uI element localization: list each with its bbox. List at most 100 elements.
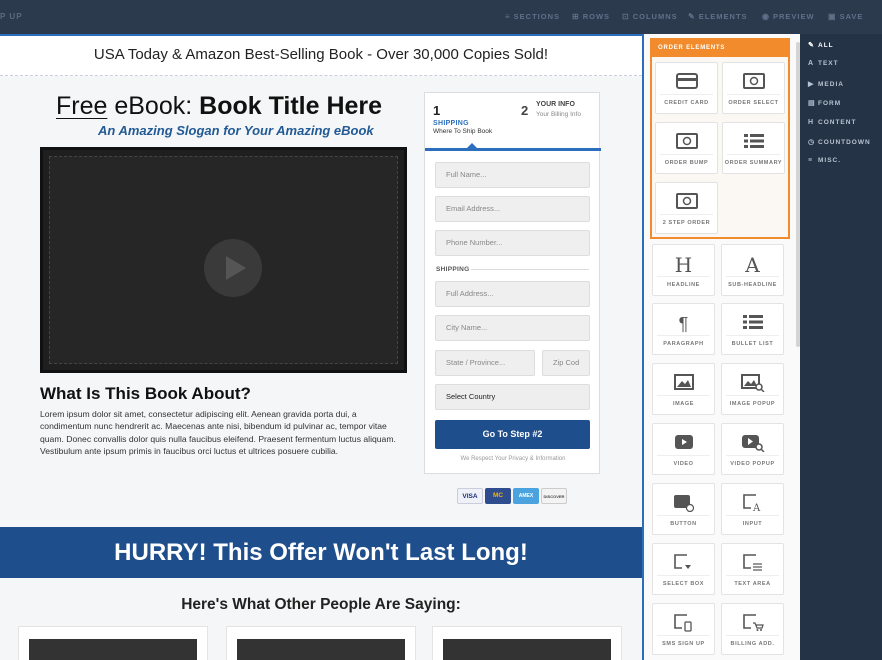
country-select[interactable]: Select Country — [435, 384, 590, 410]
toolbar-rows-button[interactable]: ⊞ ROWS — [572, 12, 610, 21]
category-content[interactable]: H CONTENT — [808, 119, 856, 126]
amex-card-icon: AMEX — [513, 488, 539, 504]
tile-sub-headline[interactable]: A SUB-HEADLINE — [721, 244, 784, 296]
mastercard-icon: MC — [485, 488, 511, 504]
clock-icon: ◷ — [808, 139, 816, 146]
about-paragraph[interactable]: Lorem ipsum dolor sit amet, consectetur … — [40, 408, 406, 457]
tile-button[interactable]: BUTTON — [652, 483, 715, 535]
category-countdown[interactable]: ◷ COUNTDOWN — [808, 138, 871, 146]
money-icon — [656, 193, 717, 213]
category-all[interactable]: ✎ ALL — [808, 41, 834, 49]
tile-image-popup[interactable]: IMAGE POPUP — [721, 363, 784, 415]
city-input[interactable]: City Name... — [435, 315, 590, 341]
text-area-icon — [722, 554, 783, 576]
video-frame — [49, 156, 398, 364]
email-input[interactable]: Email Address... — [435, 196, 590, 222]
play-icon[interactable] — [204, 239, 262, 297]
bullet-list-icon — [722, 314, 783, 334]
tile-video[interactable]: VIDEO — [652, 423, 715, 475]
toolbar-save-button[interactable]: ▣ SAVE — [828, 12, 863, 21]
tile-input[interactable]: A INPUT — [721, 483, 784, 535]
image-popup-icon — [722, 374, 783, 396]
state-input[interactable]: State / Province... — [435, 350, 535, 376]
tile-billing-address[interactable]: BILLING ADD. — [721, 603, 784, 655]
save-icon: ▣ — [828, 12, 837, 21]
video-player[interactable] — [40, 147, 407, 373]
tile-paragraph[interactable]: ¶ PARAGRAPH — [652, 303, 715, 355]
title-bold: Book Title Here — [199, 92, 383, 120]
tile-credit-card[interactable]: CREDIT CARD — [655, 62, 718, 114]
discover-card-icon: DISCOVER — [541, 488, 567, 504]
sections-icon: ≡ — [505, 12, 511, 21]
go-to-step-2-button[interactable]: Go To Step #2 — [435, 420, 590, 449]
video-popup-icon — [722, 434, 783, 456]
tile-headline[interactable]: H HEADLINE — [652, 244, 715, 296]
tile-select-box[interactable]: SELECT BOX — [652, 543, 715, 595]
credit-card-icon — [656, 73, 717, 93]
list-icon — [723, 133, 784, 153]
testimonial-media — [29, 639, 197, 660]
visa-card-icon: VISA — [457, 488, 483, 504]
testimonial-card[interactable] — [18, 626, 208, 660]
shipping-divider — [471, 269, 589, 270]
billing-icon — [722, 614, 783, 636]
toolbar-elements-button[interactable]: ✎ ELEMENTS — [688, 12, 748, 21]
tile-image[interactable]: IMAGE — [652, 363, 715, 415]
testimonial-media — [237, 639, 405, 660]
title-mid: eBook: — [107, 92, 200, 120]
category-misc[interactable]: ≡ MISC. — [808, 157, 841, 164]
toolbar-sections-button[interactable]: ≡ SECTIONS — [505, 12, 560, 21]
testimonial-card[interactable] — [432, 626, 622, 660]
media-icon: ▶ — [808, 81, 815, 88]
select-box-icon — [653, 554, 714, 576]
step-1-tab[interactable]: 1 SHIPPING Where To Ship Book — [433, 103, 492, 135]
tile-video-popup[interactable]: VIDEO POPUP — [721, 423, 784, 475]
preview-icon: ◉ — [762, 12, 770, 21]
menu-icon: ≡ — [808, 157, 814, 164]
about-heading[interactable]: What Is This Book About? — [40, 384, 251, 404]
text-icon: A — [808, 60, 815, 67]
step-progress-bar — [425, 143, 601, 151]
full-name-input[interactable]: Full Name... — [435, 162, 590, 188]
content-icon: H — [808, 119, 815, 126]
slogan[interactable]: An Amazing Slogan for Your Amazing eBook — [98, 123, 374, 138]
tile-text-area[interactable]: TEXT AREA — [721, 543, 784, 595]
address-input[interactable]: Full Address... — [435, 281, 590, 307]
tile-bullet-list[interactable]: BULLET LIST — [721, 303, 784, 355]
tile-order-bump[interactable]: ORDER BUMP — [655, 122, 718, 174]
phone-input[interactable]: Phone Number... — [435, 230, 590, 256]
top-toolbar: P UP ≡ SECTIONS ⊞ ROWS ⊡ COLUMNS ✎ ELEMENTS … — [0, 0, 882, 34]
top-banner[interactable]: USA Today & Amazon Best-Selling Book - O… — [0, 36, 642, 76]
paragraph-icon: ¶ — [678, 314, 689, 334]
form-icon: ▤ — [808, 100, 816, 107]
category-form[interactable]: ▤ FORM — [808, 99, 841, 107]
page-canvas[interactable]: USA Today & Amazon Best-Selling Book - O… — [0, 34, 642, 660]
testimonial-card[interactable] — [226, 626, 416, 660]
category-text[interactable]: A TEXT — [808, 60, 839, 67]
tile-sms-sign-up[interactable]: SMS SIGN UP — [652, 603, 715, 655]
subheadline-icon: A — [745, 253, 760, 277]
tile-order-summary[interactable]: ORDER SUMMARY — [722, 122, 785, 174]
testimonials-heading[interactable]: Here's What Other People Are Saying: — [0, 596, 642, 614]
rows-icon: ⊞ — [572, 12, 580, 21]
zip-input[interactable]: Zip Cod — [542, 350, 590, 376]
tile-2-step-order[interactable]: 2 STEP ORDER — [655, 182, 718, 234]
svg-text:A: A — [752, 503, 761, 512]
columns-icon: ⊡ — [622, 12, 630, 21]
order-form[interactable]: 1 SHIPPING Where To Ship Book 2 YOUR INF… — [424, 92, 601, 474]
hurry-banner[interactable]: HURRY! This Offer Won't Last Long! — [0, 527, 642, 578]
toolbar-preview-button[interactable]: ◉ PREVIEW — [762, 12, 815, 21]
headline-icon: H — [674, 253, 693, 277]
order-elements-group: ORDER ELEMENTS CREDIT CARD ORDER SELECT … — [650, 38, 790, 239]
sms-icon — [653, 614, 714, 636]
shipping-section-label: SHIPPING — [436, 266, 470, 273]
toolbar-columns-button[interactable]: ⊡ COLUMNS — [622, 12, 678, 21]
app-brand: P UP — [0, 12, 23, 21]
category-media[interactable]: ▶ MEDIA — [808, 80, 844, 88]
tile-order-select[interactable]: ORDER SELECT — [722, 62, 785, 114]
page-title[interactable]: Free eBook: Book Title Here — [56, 92, 382, 121]
money-icon — [723, 73, 784, 93]
elements-panel: ORDER ELEMENTS CREDIT CARD ORDER SELECT … — [642, 34, 800, 660]
pencil-icon: ✎ — [808, 42, 815, 49]
button-icon — [653, 494, 714, 516]
